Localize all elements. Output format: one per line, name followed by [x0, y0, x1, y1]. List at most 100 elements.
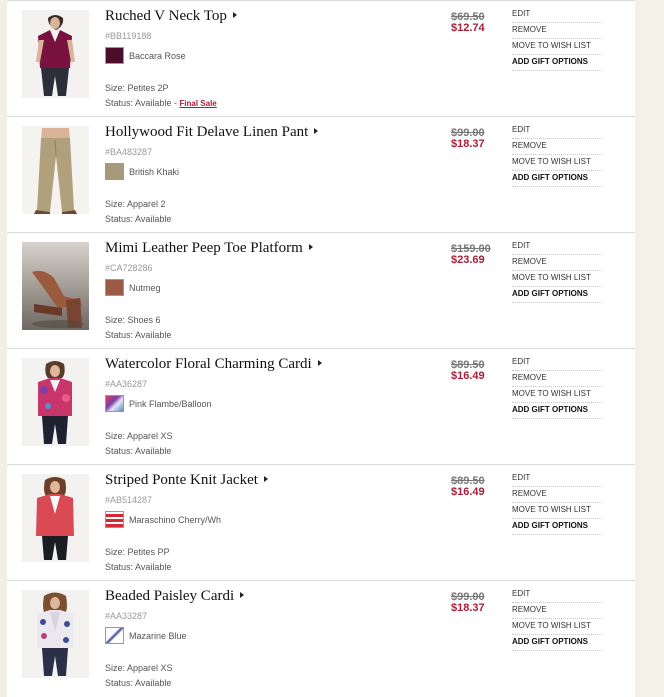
sale-price: $12.74 — [451, 22, 485, 34]
chevron-right-icon — [308, 244, 313, 250]
product-photo-paisley-cardi — [22, 590, 89, 678]
product-photo-cardigan — [22, 358, 89, 446]
color-name: Mazarine Blue — [129, 631, 187, 641]
product-image[interactable] — [22, 10, 89, 98]
product-title-link[interactable]: Beaded Paisley Cardi — [105, 588, 245, 605]
product-size: Size: Petites 2P — [105, 83, 169, 93]
color-name: Pink Flambe/Balloon — [129, 399, 212, 409]
product-sku: #AB514287 — [105, 495, 153, 505]
cart-item-list: Ruched V Neck Top #BB119188 Baccara Rose… — [7, 0, 635, 697]
color-name: Maraschino Cherry/Wh — [129, 515, 222, 525]
cart-item: Ruched V Neck Top #BB119188 Baccara Rose… — [7, 0, 635, 116]
color-swatch — [105, 47, 124, 64]
move-to-wishlist-button[interactable]: MOVE TO WISH LIST — [512, 271, 602, 287]
color-name: Baccara Rose — [129, 51, 186, 61]
product-photo-shoe — [22, 242, 89, 330]
chevron-right-icon — [317, 360, 322, 366]
cart-item: Beaded Paisley Cardi #AA33287 Mazarine B… — [7, 580, 635, 696]
chevron-right-icon — [314, 128, 319, 134]
remove-button[interactable]: REMOVE — [512, 255, 602, 271]
add-gift-options-button[interactable]: ADD GIFT OPTIONS — [512, 287, 602, 303]
move-to-wishlist-button[interactable]: MOVE TO WISH LIST — [512, 39, 602, 55]
color-swatch — [105, 511, 124, 528]
final-sale-link[interactable]: Final Sale — [179, 99, 216, 108]
product-title-link[interactable]: Ruched V Neck Top — [105, 8, 237, 25]
product-title-link[interactable]: Hollywood Fit Delave Linen Pant — [105, 124, 319, 141]
add-gift-options-button[interactable]: ADD GIFT OPTIONS — [512, 635, 602, 651]
add-gift-options-button[interactable]: ADD GIFT OPTIONS — [512, 171, 602, 187]
product-size: Size: Petites PP — [105, 547, 170, 557]
item-actions: EDIT REMOVE MOVE TO WISH LIST ADD GIFT O… — [512, 239, 602, 303]
item-actions: EDIT REMOVE MOVE TO WISH LIST ADD GIFT O… — [512, 7, 602, 71]
sale-price: $18.37 — [451, 138, 485, 150]
color-swatch — [105, 395, 124, 412]
product-size: Size: Apparel XS — [105, 431, 173, 441]
page-right-margin — [635, 0, 664, 697]
add-gift-options-button[interactable]: ADD GIFT OPTIONS — [512, 403, 602, 419]
move-to-wishlist-button[interactable]: MOVE TO WISH LIST — [512, 155, 602, 171]
remove-button[interactable]: REMOVE — [512, 603, 602, 619]
product-photo-jacket — [22, 474, 89, 562]
remove-button[interactable]: REMOVE — [512, 139, 602, 155]
color-swatch — [105, 279, 124, 296]
remove-button[interactable]: REMOVE — [512, 371, 602, 387]
chevron-right-icon — [263, 476, 268, 482]
sale-price: $16.49 — [451, 370, 485, 382]
product-sku: #BA483287 — [105, 147, 153, 157]
color-swatch — [105, 627, 124, 644]
product-image[interactable] — [22, 590, 89, 678]
product-title-link[interactable]: Watercolor Floral Charming Cardi — [105, 356, 322, 373]
item-actions: EDIT REMOVE MOVE TO WISH LIST ADD GIFT O… — [512, 587, 602, 651]
add-gift-options-button[interactable]: ADD GIFT OPTIONS — [512, 519, 602, 535]
product-status: Status: Available — [105, 562, 172, 572]
product-status: Status: Available — [105, 446, 172, 456]
cart-item: Hollywood Fit Delave Linen Pant #BA48328… — [7, 116, 635, 232]
sale-price: $16.49 — [451, 486, 485, 498]
product-sku: #CA728286 — [105, 263, 153, 273]
sale-price: $18.37 — [451, 602, 485, 614]
product-status: Status: Available - Final Sale — [105, 98, 217, 108]
edit-button[interactable]: EDIT — [512, 239, 602, 255]
product-image[interactable] — [22, 126, 89, 214]
product-size: Size: Apparel 2 — [105, 199, 166, 209]
page-left-margin — [0, 0, 7, 697]
add-gift-options-button[interactable]: ADD GIFT OPTIONS — [512, 55, 602, 71]
color-name: British Khaki — [129, 167, 180, 177]
remove-button[interactable]: REMOVE — [512, 487, 602, 503]
product-sku: #BB119188 — [105, 31, 152, 41]
product-image[interactable] — [22, 358, 89, 446]
edit-button[interactable]: EDIT — [512, 123, 602, 139]
edit-button[interactable]: EDIT — [512, 355, 602, 371]
product-image[interactable] — [22, 474, 89, 562]
cart-item: Mimi Leather Peep Toe Platform #CA728286… — [7, 232, 635, 348]
product-size: Size: Apparel XS — [105, 663, 173, 673]
product-title-link[interactable]: Striped Ponte Knit Jacket — [105, 472, 268, 489]
product-sku: #AA36287 — [105, 379, 148, 389]
sale-price: $23.69 — [451, 254, 485, 266]
color-swatch — [105, 163, 124, 180]
remove-button[interactable]: REMOVE — [512, 23, 602, 39]
cart-item: Watercolor Floral Charming Cardi #AA3628… — [7, 348, 635, 464]
product-status: Status: Available — [105, 330, 172, 340]
product-status: Status: Available — [105, 678, 172, 688]
move-to-wishlist-button[interactable]: MOVE TO WISH LIST — [512, 619, 602, 635]
move-to-wishlist-button[interactable]: MOVE TO WISH LIST — [512, 387, 602, 403]
item-actions: EDIT REMOVE MOVE TO WISH LIST ADD GIFT O… — [512, 471, 602, 535]
cart-item: Striped Ponte Knit Jacket #AB514287 Mara… — [7, 464, 635, 580]
edit-button[interactable]: EDIT — [512, 7, 602, 23]
product-image[interactable] — [22, 242, 89, 330]
chevron-right-icon — [232, 12, 237, 18]
product-title-link[interactable]: Mimi Leather Peep Toe Platform — [105, 240, 313, 257]
move-to-wishlist-button[interactable]: MOVE TO WISH LIST — [512, 503, 602, 519]
product-size: Size: Shoes 6 — [105, 315, 161, 325]
product-sku: #AA33287 — [105, 611, 148, 621]
edit-button[interactable]: EDIT — [512, 471, 602, 487]
color-name: Nutmeg — [129, 283, 161, 293]
item-actions: EDIT REMOVE MOVE TO WISH LIST ADD GIFT O… — [512, 355, 602, 419]
item-actions: EDIT REMOVE MOVE TO WISH LIST ADD GIFT O… — [512, 123, 602, 187]
chevron-right-icon — [240, 592, 245, 598]
product-photo-pant — [22, 126, 89, 214]
product-photo-top — [22, 10, 89, 98]
edit-button[interactable]: EDIT — [512, 587, 602, 603]
product-status: Status: Available — [105, 214, 172, 224]
